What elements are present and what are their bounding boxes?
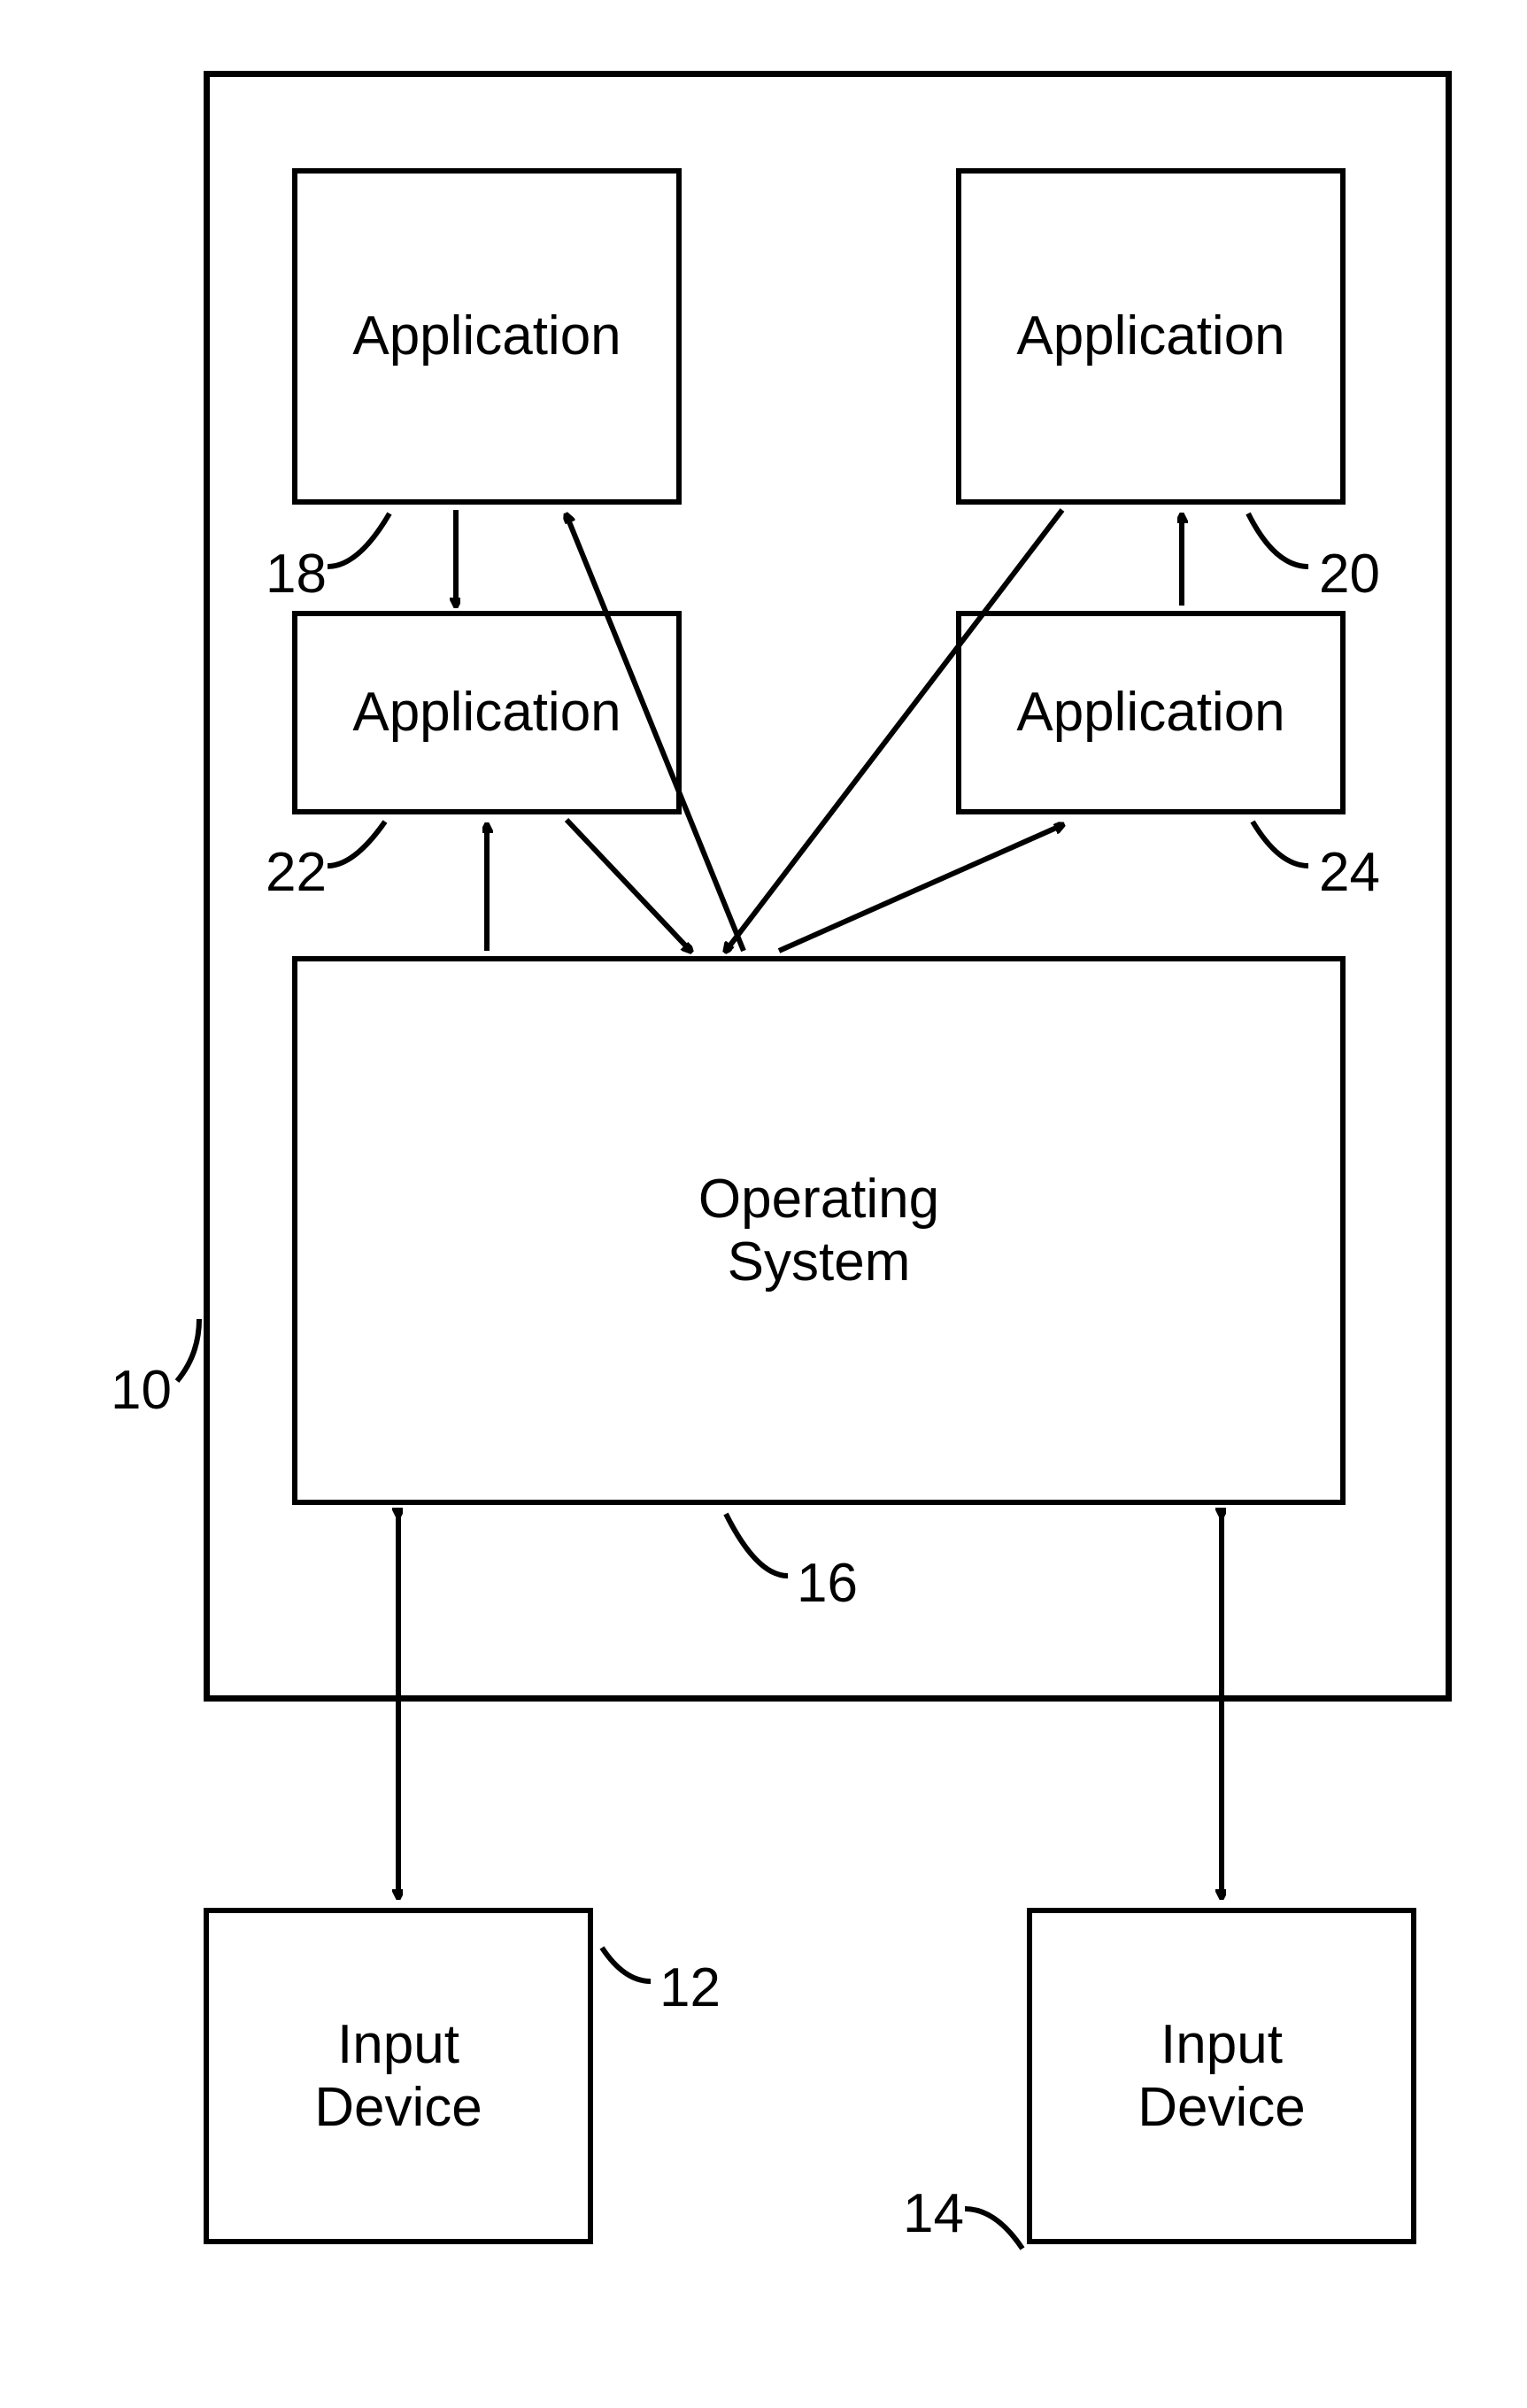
box-input-14: Input Device bbox=[1027, 1908, 1416, 2244]
box-app-22-label: Application bbox=[352, 681, 621, 744]
box-input-12-label: Input Device bbox=[314, 2013, 482, 2140]
label-20: 20 bbox=[1319, 547, 1380, 602]
label-10: 10 bbox=[111, 1363, 172, 1418]
box-os-16: Operating System bbox=[292, 956, 1346, 1505]
box-app-18: Application bbox=[292, 168, 682, 505]
box-app-20: Application bbox=[956, 168, 1346, 505]
box-app-20-label: Application bbox=[1016, 305, 1284, 367]
label-18: 18 bbox=[266, 547, 327, 602]
box-os-16-label: Operating System bbox=[698, 1168, 939, 1294]
box-app-24-label: Application bbox=[1016, 681, 1284, 744]
box-input-14-label: Input Device bbox=[1138, 2013, 1306, 2140]
diagram-canvas: Application Application Application Appl… bbox=[0, 0, 1527, 2408]
box-app-18-label: Application bbox=[352, 305, 621, 367]
label-16: 16 bbox=[797, 1556, 858, 1611]
box-app-22: Application bbox=[292, 611, 682, 814]
label-12: 12 bbox=[659, 1961, 721, 2016]
label-14: 14 bbox=[903, 2187, 964, 2242]
box-input-12: Input Device bbox=[204, 1908, 593, 2244]
label-22: 22 bbox=[266, 845, 327, 900]
box-app-24: Application bbox=[956, 611, 1346, 814]
label-24: 24 bbox=[1319, 845, 1380, 900]
